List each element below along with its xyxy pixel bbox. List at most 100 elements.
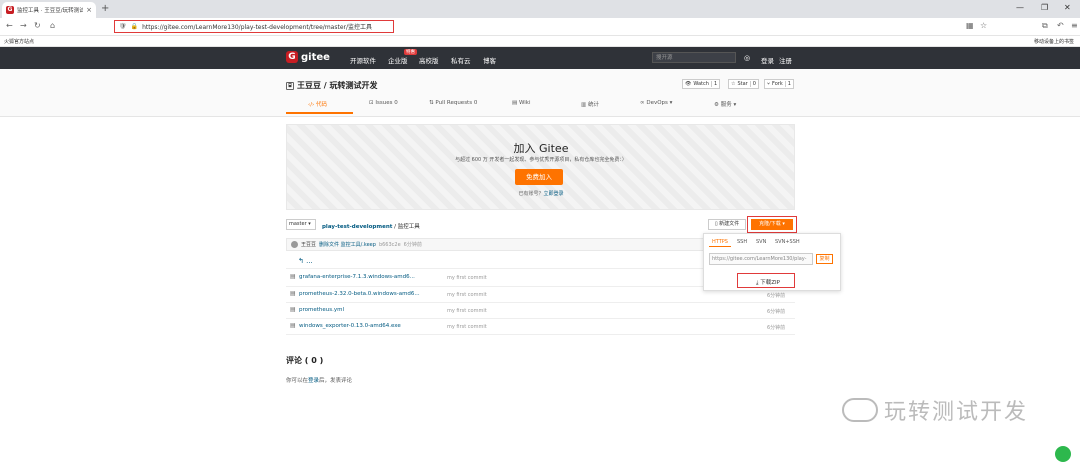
browser-tab[interactable]: G 监控工具 · 王豆豆/玩转测试开发 × <box>2 2 96 18</box>
tab-services[interactable]: ⚙ 服务 ▾ <box>714 100 736 108</box>
minimize-icon[interactable]: — <box>1016 3 1024 12</box>
new-file-button[interactable]: ▯ 新建文件 <box>708 219 746 230</box>
protocol-active-indicator <box>709 246 731 247</box>
watch-button[interactable]: 👁 Watch 1 <box>682 79 721 89</box>
file-time: 6分钟前 <box>767 309 786 315</box>
file-name[interactable]: prometheus-2.32.0-beta.0.windows-amd6... <box>299 291 420 297</box>
branch-select[interactable]: master ▾ <box>286 219 316 230</box>
mobile-bookmarks[interactable]: 移动设备上的书签 <box>1034 38 1074 45</box>
gitee-logo-icon: G <box>286 51 298 63</box>
gitee-favicon-icon: G <box>6 6 14 14</box>
tab-stats-label: 统计 <box>587 102 599 108</box>
close-tab-icon[interactable]: × <box>86 6 92 14</box>
chevron-down-icon: ▾ <box>308 221 311 227</box>
back-arrow-icon[interactable]: ↰ ... <box>298 257 313 265</box>
wiki-icon: ▤ <box>512 100 518 106</box>
fork-count: 1 <box>784 81 791 87</box>
file-name[interactable]: prometheus.yml <box>299 307 344 313</box>
file-icon: ▤ <box>290 306 296 313</box>
bookmark-firefox[interactable]: 火狐官方站点 <box>4 38 34 45</box>
hint-after: 后，发表评论 <box>319 378 353 384</box>
url-text: https://gitee.com/LearnMore130/play-test… <box>142 24 373 31</box>
maximize-icon[interactable]: ❐ <box>1041 3 1048 12</box>
comments-login-link[interactable]: 登录 <box>308 378 319 384</box>
fork-button[interactable]: ⑂ Fork 1 <box>764 79 794 89</box>
bookmark-star-icon[interactable]: ☆ <box>980 21 987 30</box>
star-label: Star <box>737 81 748 87</box>
fork-label: Fork <box>772 81 783 87</box>
tab-pr-label: Pull Requests <box>435 100 473 106</box>
file-icon: ▤ <box>290 273 296 280</box>
star-count: 0 <box>749 81 756 87</box>
tab-wiki[interactable]: ▤ Wiki <box>512 100 531 106</box>
repo-title[interactable]: ⌸ 王豆豆 / 玩转测试开发 <box>286 80 378 91</box>
file-commit-msg[interactable]: my first commit <box>447 275 487 281</box>
tab-wiki-label: Wiki <box>518 100 531 106</box>
watch-label: Watch <box>693 81 709 87</box>
nav-education[interactable]: 高校版 <box>419 55 439 65</box>
tab-pull-requests[interactable]: ⇅ Pull Requests 0 <box>429 100 477 106</box>
tab-code[interactable]: ‹/› 代码 <box>308 100 327 108</box>
table-row <box>286 303 795 319</box>
promo-badge: 特惠 <box>404 49 417 55</box>
banner-login-prompt: 已有账号？立即登录 <box>486 190 596 197</box>
shield-icon: 🛡 <box>119 23 127 30</box>
file-name[interactable]: windows_exporter-0.13.0-amd64.exe <box>299 323 401 329</box>
copy-button[interactable]: 复制 <box>816 254 833 264</box>
download-icon: ⤓ <box>756 280 759 286</box>
protocol-https-tab[interactable]: HTTPS <box>712 239 728 245</box>
undo-icon[interactable]: ↶ <box>1057 21 1064 30</box>
banner-login-link[interactable]: 立即登录 <box>544 191 564 197</box>
protocol-svn-tab[interactable]: SVN <box>756 239 766 245</box>
repo-header <box>0 69 1080 117</box>
logo-text: gitee <box>301 51 330 63</box>
forward-icon[interactable]: → <box>20 21 27 30</box>
breadcrumb-current: / 监控工具 <box>394 224 420 230</box>
address-bar[interactable]: 🛡 🔒 https://gitee.com/LearnMore130/play-… <box>114 20 394 33</box>
download-zip-button[interactable]: ⤓ 下载ZIP <box>756 278 780 287</box>
file-plus-icon: ▯ <box>714 221 718 227</box>
protocol-ssh-tab[interactable]: SSH <box>737 239 747 245</box>
file-icon: ▤ <box>290 290 296 297</box>
help-bubble-icon[interactable] <box>1055 446 1071 462</box>
tab-devops[interactable]: ∞ DevOps ▾ <box>640 100 672 106</box>
close-window-icon[interactable]: ✕ <box>1064 3 1071 12</box>
nav-enterprise[interactable]: 企业版 <box>388 55 408 65</box>
clone-url-input[interactable]: https://gitee.com/LearnMore130/play- <box>709 253 813 265</box>
new-tab-button[interactable]: + <box>101 3 109 14</box>
login-link[interactable]: 登录 <box>761 55 774 65</box>
watermark-text: 玩转测试开发 <box>884 400 1029 425</box>
nav-opensource[interactable]: 开源软件 <box>350 55 376 65</box>
gitee-logo[interactable]: G gitee <box>286 51 330 63</box>
tab-issues[interactable]: ⊡ Issues 0 <box>369 100 398 106</box>
reload-icon[interactable]: ↻ <box>34 21 41 30</box>
tab-code-label: 代码 <box>316 102 328 108</box>
header-search-input[interactable]: 搜开源 <box>652 52 736 63</box>
nav-private-cloud[interactable]: 私有云 <box>451 55 471 65</box>
protocol-svn-ssh-tab[interactable]: SVN+SSH <box>775 239 800 245</box>
file-commit-msg[interactable]: my first commit <box>447 324 487 330</box>
code-icon: ‹/› <box>308 102 315 108</box>
file-commit-msg[interactable]: my first commit <box>447 308 487 314</box>
join-banner <box>286 124 795 210</box>
breadcrumb-repo-link[interactable]: play-test-development <box>322 224 392 230</box>
commit-author[interactable]: 王豆豆 <box>301 241 316 248</box>
file-commit-msg[interactable]: my first commit <box>447 292 487 298</box>
qr-icon[interactable]: ▦ <box>966 21 974 30</box>
file-name[interactable]: grafana-enterprise-7.1.3.windows-amd6... <box>299 274 415 280</box>
watermark: 玩转测试开发 <box>842 394 1028 426</box>
menu-icon[interactable]: ≡ <box>1071 21 1078 30</box>
back-icon[interactable]: ← <box>6 21 13 30</box>
free-join-button[interactable]: 免费加入 <box>515 169 563 185</box>
star-button[interactable]: ☆ Star 0 <box>728 79 759 89</box>
repo-icon: ⌸ <box>286 81 294 90</box>
commit-message[interactable]: 删除文件 监控工具/.keep <box>319 241 376 248</box>
services-icon: ⚙ <box>714 102 719 108</box>
nav-blog[interactable]: 博客 <box>483 55 496 65</box>
register-link[interactable]: 注册 <box>779 55 792 65</box>
tab-services-label: 服务 <box>720 102 732 108</box>
commit-hash[interactable]: b663c2e <box>379 242 401 248</box>
home-icon[interactable]: ⌂ <box>50 21 55 30</box>
extensions-icon[interactable]: ⧉ <box>1042 21 1048 31</box>
tab-stats[interactable]: ▥ 统计 <box>581 100 599 108</box>
